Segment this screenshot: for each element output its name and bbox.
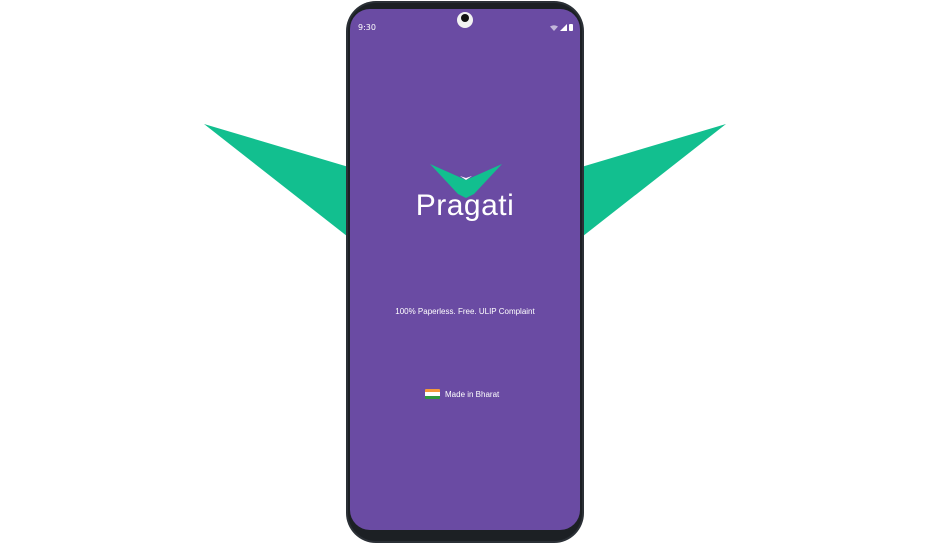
signal-icon [560, 24, 567, 31]
app-title: Pragati [415, 189, 515, 222]
status-time: 9:30 [358, 23, 376, 32]
made-in-label: Made in Bharat [445, 389, 500, 399]
india-flag-icon [425, 389, 440, 399]
splash-screen: 9:30 Pragati 100% Paperless. Free. ULIP … [350, 9, 580, 530]
left-wing-shape [204, 124, 352, 240]
right-wing-shape [578, 124, 726, 240]
battery-icon [569, 24, 573, 31]
app-tagline: 100% Paperless. Free. ULIP Complaint [395, 307, 535, 316]
status-icons [550, 24, 573, 31]
made-in-bharat-badge: Made in Bharat [425, 389, 499, 399]
camera-lens [461, 14, 469, 22]
front-camera [457, 12, 473, 28]
wifi-icon [550, 25, 558, 31]
